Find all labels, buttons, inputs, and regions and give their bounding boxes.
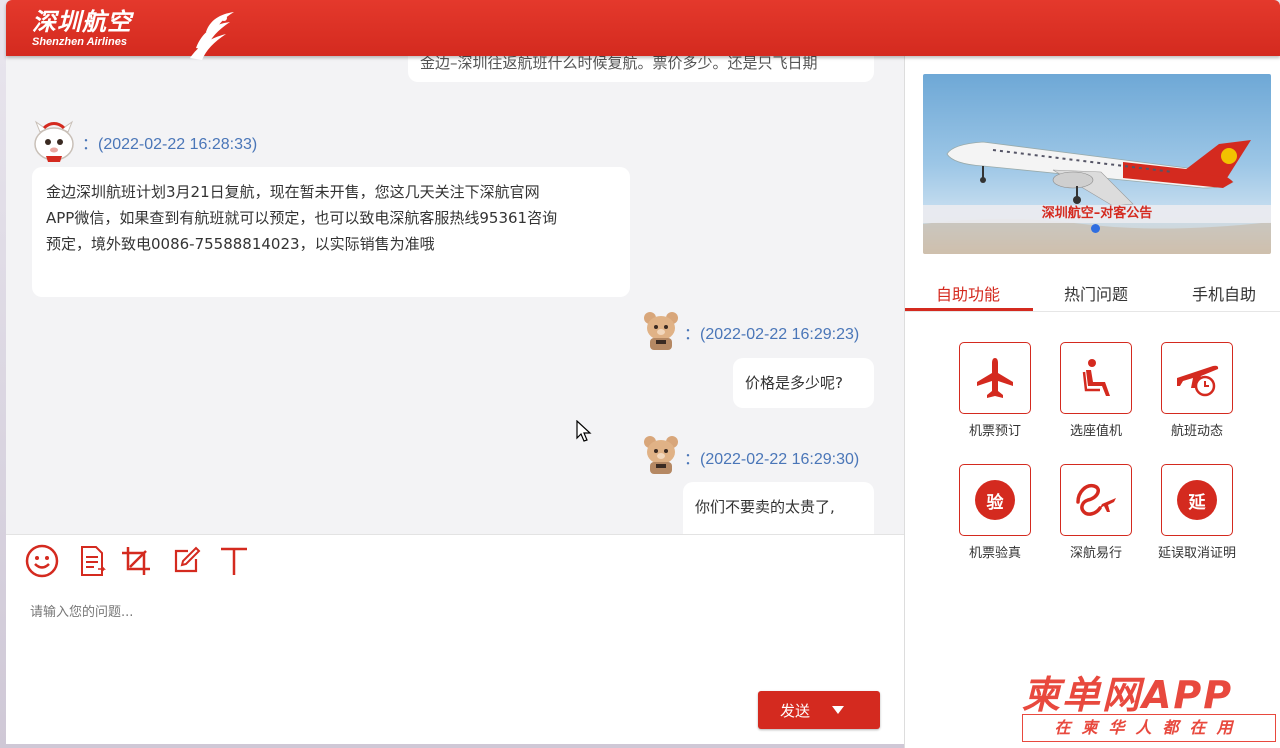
message-line: APP微信，如果查到有航班就可以预定，也可以致电深航客服热线95361咨询 [46, 209, 558, 227]
panel-tabs: 自助功能 热门问题 手机自助 [905, 274, 1280, 312]
message-line: 金边深圳航班计划3月21日复航，现在暂未开售，您这几天关注下深航官网 [46, 183, 540, 201]
active-tab-indicator [905, 308, 1033, 311]
message-timestamp: ：(2022-02-22 16:28:33) [82, 136, 258, 153]
user-message-bubble: 你们不要卖的太贵了, [683, 482, 874, 534]
easy-travel-icon [1076, 483, 1116, 516]
chat-history[interactable]: 金边–深圳往返航班什么时候复航。票价多少。还是只飞日期 ：(2022-02-22… [6, 56, 904, 534]
carousel-indicator[interactable] [1091, 224, 1100, 233]
watermark: 柬单网APP 在柬华人都在用 [1022, 664, 1276, 744]
user-message-bubble: 价格是多少呢? [733, 358, 874, 408]
bear-avatar [642, 434, 680, 480]
tab-self-service[interactable]: 自助功能 [936, 281, 1000, 305]
message-text: 你们不要卖的太贵了, [695, 498, 835, 516]
seat-icon [1082, 359, 1110, 396]
watermark-slogan: 在柬华人都在用 [1022, 714, 1276, 742]
delay-certificate-icon: 延 [1177, 480, 1217, 520]
brand-logo[interactable]: 深圳航空 Shenzhen Airlines [32, 8, 234, 60]
brand-name-en: Shenzhen Airlines [32, 36, 127, 48]
function-ticket-verify[interactable]: 验 机票验真 [945, 464, 1045, 561]
agent-message-bubble: 金边深圳航班计划3月21日复航，现在暂未开售，您这几天关注下深航官网 APP微信… [32, 167, 630, 297]
message-timestamp: ：(2022-02-22 16:29:23) [684, 326, 860, 343]
function-ticket-booking[interactable]: 机票预订 [945, 342, 1045, 439]
verify-icon: 验 [975, 480, 1015, 520]
mascot-avatar [30, 120, 78, 168]
function-label: 航班动态 [1170, 424, 1223, 439]
brand-name-cn: 深圳航空 [32, 8, 132, 36]
function-seat-checkin[interactable]: 选座值机 [1046, 342, 1146, 439]
question-input[interactable]: 请输入您的问题... [30, 601, 133, 620]
function-label: 深航易行 [1069, 546, 1122, 561]
dropdown-arrow-icon[interactable] [832, 705, 845, 715]
send-button[interactable]: 发送 [758, 691, 880, 729]
announcement-banner[interactable]: 深圳航空–对客公告 [923, 74, 1271, 254]
watermark-title: 柬单网APP [1022, 673, 1234, 717]
function-label: 机票验真 [968, 546, 1021, 561]
message-composer: 请输入您的问题... 发送 [6, 534, 904, 744]
crop-icon[interactable] [118, 543, 154, 579]
tab-mobile-self-service[interactable]: 手机自助 [1192, 281, 1256, 305]
emoji-icon[interactable] [24, 543, 60, 579]
user-message-bubble: 金边–深圳往返航班什么时候复航。票价多少。还是只飞日期 [408, 56, 874, 82]
send-button-label: 发送 [780, 701, 811, 720]
plane-icon [977, 358, 1013, 398]
self-service-panel: 深圳航空–对客公告 自助功能 热门问题 手机自助 机票预订 选座值机 航班动态 … [904, 56, 1280, 748]
phoenix-logo-icon [190, 12, 234, 60]
mouse-cursor-icon [576, 420, 592, 442]
function-label: 选座值机 [1069, 424, 1122, 439]
function-label: 机票预订 [968, 424, 1021, 439]
tab-hot-questions[interactable]: 热门问题 [1064, 281, 1128, 305]
function-easy-travel[interactable]: 深航易行 [1046, 464, 1146, 561]
bear-avatar [642, 310, 680, 356]
app-header: 深圳航空 Shenzhen Airlines [6, 0, 1280, 60]
file-icon[interactable] [74, 543, 110, 579]
function-delay-certificate[interactable]: 延 延误取消证明 [1147, 464, 1247, 561]
banner-caption: 深圳航空–对客公告 [923, 205, 1271, 223]
function-label: 延误取消证明 [1157, 546, 1236, 561]
flight-status-icon [1177, 365, 1219, 397]
function-flight-status[interactable]: 航班动态 [1147, 342, 1247, 439]
message-timestamp: ：(2022-02-22 16:29:30) [684, 451, 860, 468]
edit-icon[interactable] [168, 543, 204, 579]
message-line: 预定，境外致电0086-75588814023，以实际销售为准哦 [46, 235, 435, 253]
message-text: 金边–深圳往返航班什么时候复航。票价多少。还是只飞日期 [420, 56, 818, 72]
message-text: 价格是多少呢? [745, 374, 843, 392]
text-icon[interactable] [216, 543, 252, 579]
